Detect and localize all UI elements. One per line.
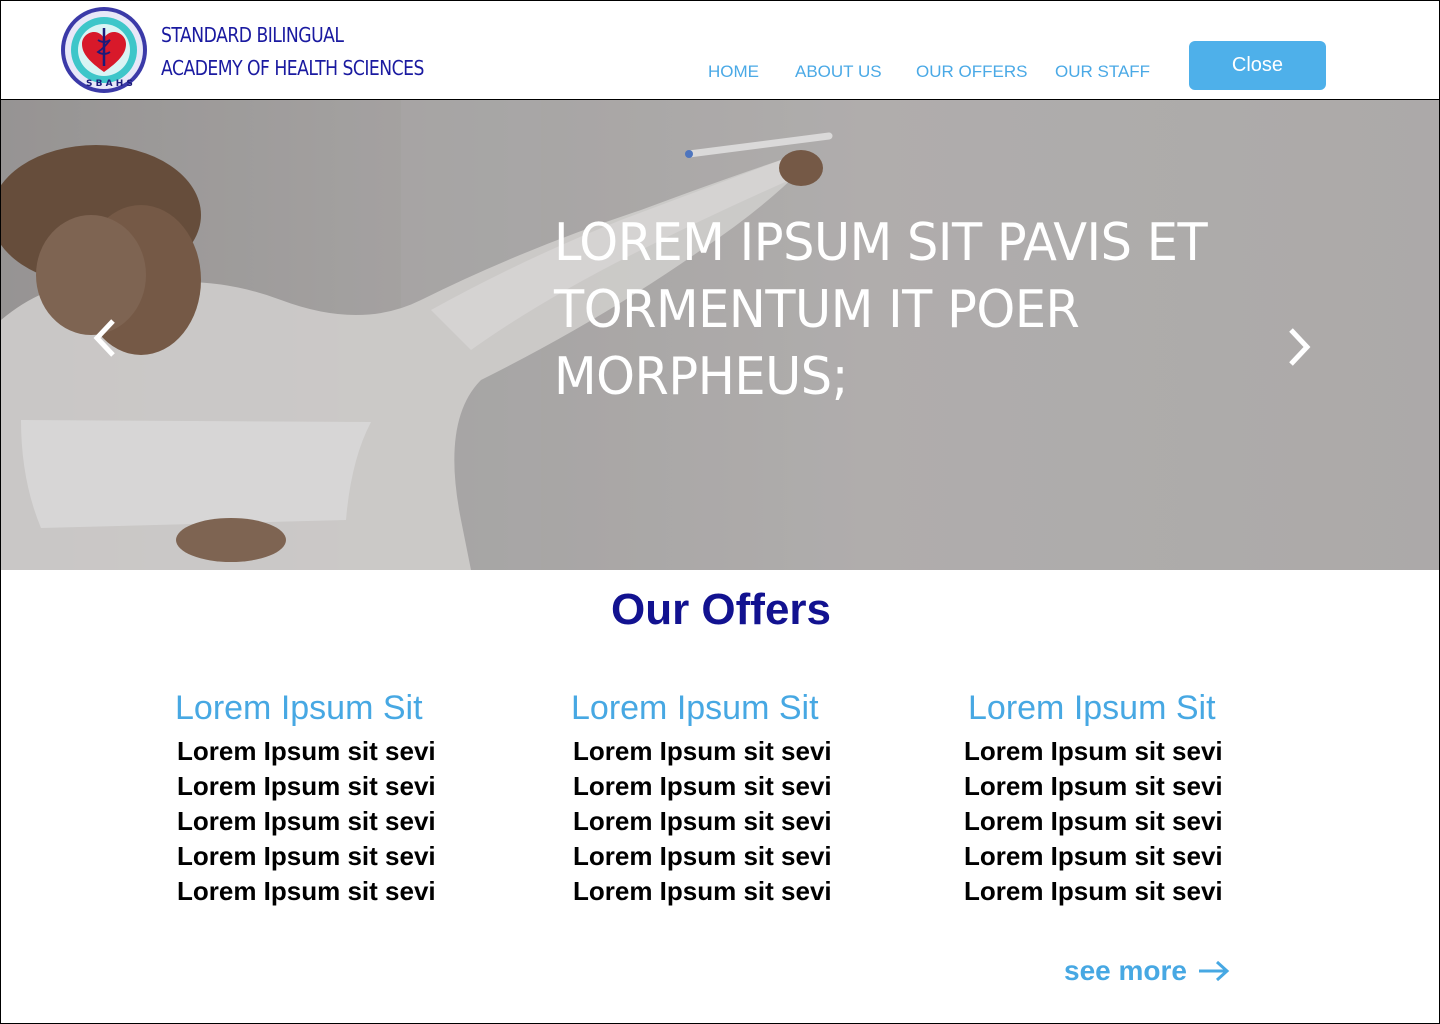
- list-item: Lorem Ipsum sit sevi: [177, 736, 436, 766]
- list-item: Lorem Ipsum sit sevi: [573, 841, 832, 871]
- offer-heading: Lorem Ipsum Sit: [571, 689, 819, 727]
- list-item: Lorem Ipsum sit sevi: [177, 806, 436, 836]
- offer-list: Lorem Ipsum sit sevi Lorem Ipsum sit sev…: [964, 734, 1268, 909]
- list-item: Lorem Ipsum sit sevi: [964, 876, 1223, 906]
- hero-line-3: MORPHEUS;: [554, 347, 848, 407]
- chevron-left-icon: [93, 319, 115, 357]
- carousel-prev-button[interactable]: [85, 313, 125, 363]
- offer-list: Lorem Ipsum sit sevi Lorem Ipsum sit sev…: [175, 734, 475, 909]
- school-logo[interactable]: S B A H S: [60, 6, 148, 94]
- arrow-right-icon: [1198, 960, 1230, 982]
- list-item: Lorem Ipsum sit sevi: [573, 736, 832, 766]
- see-more-label: see more: [1064, 955, 1187, 986]
- list-item: Lorem Ipsum sit sevi: [573, 771, 832, 801]
- list-item: Lorem Ipsum sit sevi: [964, 771, 1223, 801]
- close-button[interactable]: Close: [1189, 41, 1326, 90]
- list-item: Lorem Ipsum sit sevi: [964, 736, 1223, 766]
- list-item: Lorem Ipsum sit sevi: [964, 841, 1223, 871]
- offer-heading: Lorem Ipsum Sit: [175, 689, 423, 727]
- list-item: Lorem Ipsum sit sevi: [177, 876, 436, 906]
- page: S B A H S STANDARD BILINGUAL ACADEMY OF …: [0, 0, 1440, 1024]
- carousel-next-button[interactable]: [1279, 322, 1319, 372]
- brand-name: STANDARD BILINGUAL ACADEMY OF HEALTH SCI…: [161, 19, 424, 85]
- nav-our-staff[interactable]: OUR STAFF: [1055, 62, 1150, 82]
- list-item: Lorem Ipsum sit sevi: [177, 841, 436, 871]
- list-item: Lorem Ipsum sit sevi: [177, 771, 436, 801]
- offers-section-title: Our Offers: [610, 585, 832, 634]
- nav-our-offers[interactable]: OUR OFFERS: [916, 62, 1027, 82]
- nav-home[interactable]: HOME: [708, 62, 759, 82]
- brand-line-2: ACADEMY OF HEALTH SCIENCES: [161, 56, 424, 80]
- offer-heading: Lorem Ipsum Sit: [968, 689, 1216, 727]
- list-item: Lorem Ipsum sit sevi: [964, 806, 1223, 836]
- site-header: S B A H S STANDARD BILINGUAL ACADEMY OF …: [1, 1, 1439, 100]
- offer-column-1: Lorem Ipsum Sit Lorem Ipsum sit sevi Lor…: [175, 689, 475, 909]
- nav-about-us[interactable]: ABOUT US: [795, 62, 882, 82]
- list-item: Lorem Ipsum sit sevi: [573, 876, 832, 906]
- chevron-right-icon: [1289, 328, 1311, 366]
- hero-carousel: LOREM IPSUM SIT PAVIS ET TORMENTUM IT PO…: [1, 100, 1439, 570]
- offer-list: Lorem Ipsum sit sevi Lorem Ipsum sit sev…: [571, 734, 871, 909]
- offer-column-3: Lorem Ipsum Sit Lorem Ipsum sit sevi Lor…: [964, 689, 1268, 909]
- list-item: Lorem Ipsum sit sevi: [573, 806, 832, 836]
- hero-headline: LOREM IPSUM SIT PAVIS ET TORMENTUM IT PO…: [554, 210, 1276, 411]
- see-more-link[interactable]: see more: [1064, 955, 1231, 987]
- brand-line-1: STANDARD BILINGUAL: [161, 23, 344, 47]
- offer-column-2: Lorem Ipsum Sit Lorem Ipsum sit sevi Lor…: [571, 689, 871, 909]
- hero-line-1: LOREM IPSUM SIT PAVIS ET: [554, 213, 1208, 273]
- hero-line-2: TORMENTUM IT POER: [554, 280, 1080, 340]
- svg-text:S B A H S: S B A H S: [86, 79, 133, 89]
